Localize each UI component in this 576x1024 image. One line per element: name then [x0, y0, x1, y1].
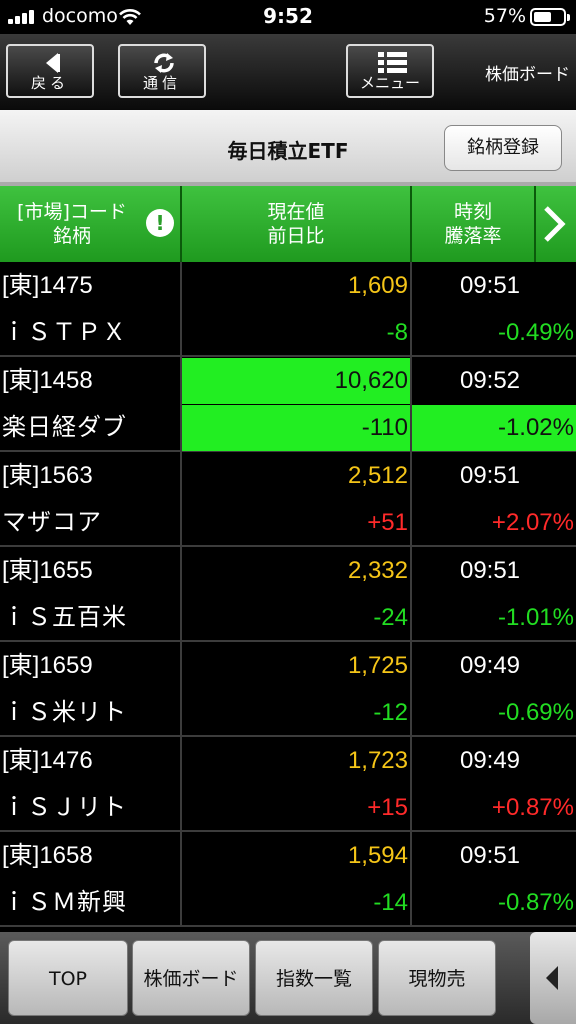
next-columns-icon[interactable]	[536, 186, 576, 262]
menu-button[interactable]: メニュー	[346, 44, 434, 98]
price-change: -24	[373, 604, 408, 631]
header-time-pct[interactable]: 時刻 騰落率	[412, 186, 536, 262]
register-stock-button[interactable]: 銘柄登録	[444, 125, 562, 171]
tab-spot-sell[interactable]: 現物売	[378, 940, 496, 1016]
tab-stock-board[interactable]: 株価ボード	[132, 940, 250, 1016]
stock-code: [東]1475	[2, 272, 93, 299]
quote-time: 09:51	[459, 842, 521, 869]
stock-name: ｉＳ五百米	[2, 604, 127, 631]
stock-name: ｉＳＪリト	[2, 794, 127, 821]
back-label: 戻る	[30, 74, 69, 92]
table-row[interactable]: [東]1458 楽日経ダブ 10,620 -110 09:52 -1.02%	[0, 357, 576, 452]
quote-time: 09:52	[459, 367, 521, 394]
stock-code: [東]1458	[2, 367, 93, 394]
change-percent: -0.69%	[497, 699, 574, 726]
chevron-left-icon	[546, 966, 558, 990]
table-header: [市場]コード 銘柄 ! 現在値 前日比 時刻 騰落率	[0, 186, 576, 262]
change-percent: +2.07%	[491, 509, 574, 536]
header-name-label: 銘柄	[52, 225, 91, 247]
stock-code: [東]1476	[2, 747, 93, 774]
current-price: 1,725	[347, 652, 408, 679]
info-icon[interactable]: !	[146, 209, 174, 237]
quote-time: 09:51	[459, 462, 521, 489]
tab-scroll-button[interactable]	[530, 932, 576, 1024]
price-change: +51	[367, 509, 408, 536]
change-percent: -1.02%	[412, 405, 576, 451]
battery-icon	[530, 8, 570, 26]
price-change: -12	[373, 699, 408, 726]
change-percent: -0.87%	[497, 889, 574, 916]
header-change-label: 前日比	[267, 225, 325, 247]
battery-percent: 57%	[483, 5, 526, 27]
back-button[interactable]: 戻る	[6, 44, 94, 98]
header-price-change[interactable]: 現在値 前日比	[182, 186, 412, 262]
header-pct-label: 騰落率	[444, 225, 502, 247]
stock-name: 楽日経ダブ	[2, 414, 127, 441]
change-percent: -0.49%	[497, 319, 574, 346]
table-row[interactable]: [東]1476 ｉＳＪリト 1,723 +15 09:49 +0.87%	[0, 737, 576, 832]
price-change: +15	[367, 794, 408, 821]
list-title-bar: 毎日積立ETF 銘柄登録	[0, 110, 576, 186]
stock-name: ｉＳＭ新興	[2, 889, 127, 916]
stock-code: [東]1658	[2, 842, 93, 869]
quote-time: 09:49	[459, 652, 521, 679]
header-time-label: 時刻	[453, 201, 492, 223]
toolbar: 戻る 通信 メニュー 株価ボード	[0, 34, 576, 110]
current-price: 2,332	[347, 557, 408, 584]
price-change: -8	[386, 319, 408, 346]
stock-code: [東]1563	[2, 462, 93, 489]
refresh-button[interactable]: 通信	[118, 44, 206, 98]
stock-name: ｉＳ米リト	[2, 699, 127, 726]
refresh-label: 通信	[142, 74, 181, 92]
table-row[interactable]: [東]1655 ｉＳ五百米 2,332 -24 09:51 -1.01%	[0, 547, 576, 642]
current-price: 1,594	[347, 842, 408, 869]
tab-top[interactable]: TOP	[8, 940, 128, 1016]
tab-index-list[interactable]: 指数一覧	[255, 940, 373, 1016]
header-code-label: [市場]コード	[17, 201, 127, 223]
stock-list: [東]1475 ｉＳＴＰＸ 1,609 -8 09:51 -0.49% [東]1458 楽日経…	[0, 262, 576, 927]
change-percent: +0.87%	[491, 794, 574, 821]
quote-time: 09:51	[459, 272, 521, 299]
current-price: 10,620	[182, 358, 410, 404]
current-price: 1,723	[347, 747, 408, 774]
table-row[interactable]: [東]1475 ｉＳＴＰＸ 1,609 -8 09:51 -0.49%	[0, 262, 576, 357]
quote-time: 09:49	[459, 747, 521, 774]
menu-label: メニュー	[359, 74, 420, 92]
header-price-label: 現在値	[267, 201, 325, 223]
current-price: 2,512	[347, 462, 408, 489]
price-change: -14	[373, 889, 408, 916]
table-row[interactable]: [東]1563 マザコア 2,512 +51 09:51 +2.07%	[0, 452, 576, 547]
stock-name: ｉＳＴＰＸ	[2, 319, 127, 346]
change-percent: -1.01%	[497, 604, 574, 631]
current-price: 1,609	[347, 272, 408, 299]
table-row[interactable]: [東]1658 ｉＳＭ新興 1,594 -14 09:51 -0.87%	[0, 832, 576, 927]
price-change: -110	[182, 405, 410, 451]
status-bar: docomo 9:52 57%	[0, 0, 576, 34]
bottom-tab-bar: TOP 株価ボード 指数一覧 現物売	[0, 932, 576, 1024]
stock-name: マザコア	[2, 509, 102, 536]
table-row[interactable]: [東]1659 ｉＳ米リト 1,725 -12 09:49 -0.69%	[0, 642, 576, 737]
stock-code: [東]1655	[2, 557, 93, 584]
stock-code: [東]1659	[2, 652, 93, 679]
quote-time: 09:51	[459, 557, 521, 584]
screen-title: 株価ボード	[485, 65, 570, 85]
